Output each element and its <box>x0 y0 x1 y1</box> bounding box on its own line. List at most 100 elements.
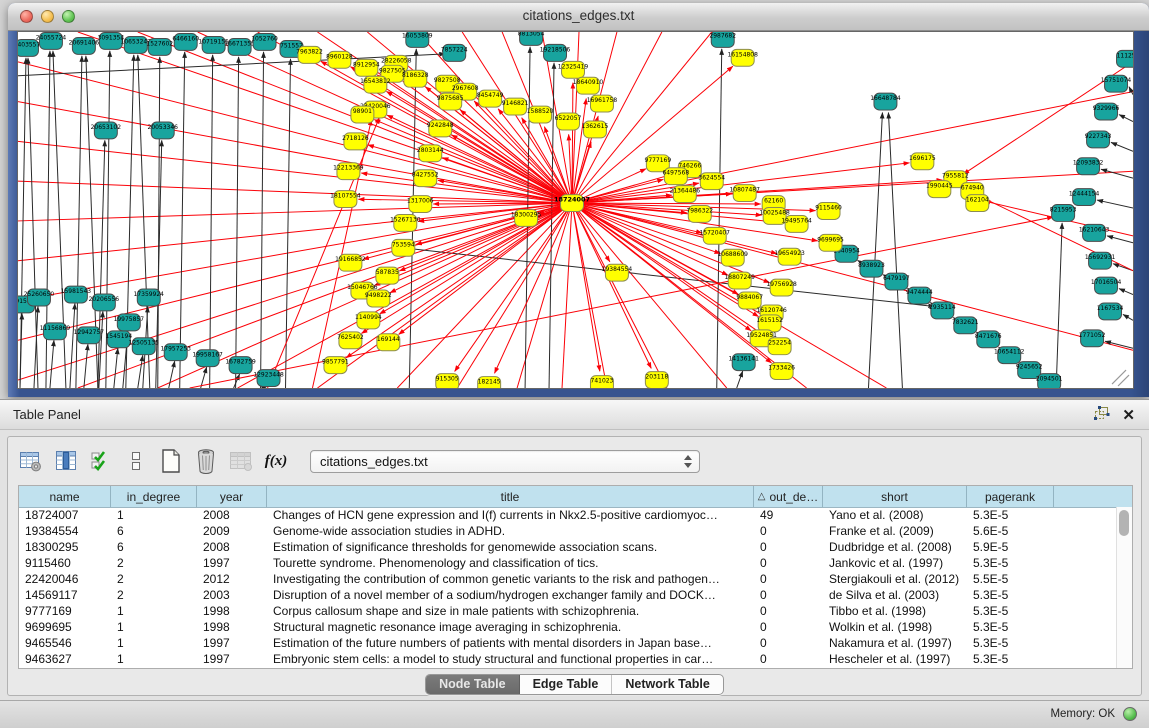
tab-network-table[interactable]: Network Table <box>612 675 723 694</box>
table-cell[interactable]: 5.3E-5 <box>967 507 1054 523</box>
row-height-icon[interactable] <box>123 448 149 474</box>
graph-edge[interactable] <box>50 340 54 388</box>
table-cell[interactable]: 2009 <box>197 523 267 539</box>
table-cell[interactable]: 0 <box>754 523 823 539</box>
graph-edge[interactable] <box>455 203 572 371</box>
table-cell[interactable]: Tourette syndrome. Phenomenology and cla… <box>267 555 754 571</box>
select-rows-icon[interactable] <box>88 448 114 474</box>
graph-edge[interactable] <box>888 113 902 388</box>
table-cell[interactable]: Nakamura et al. (1997) <box>823 635 967 651</box>
table-cell[interactable]: 2 <box>111 571 197 587</box>
table-row[interactable]: 1938455462009Genome-wide association stu… <box>19 523 1117 539</box>
table-cell[interactable]: 2008 <box>197 507 267 523</box>
graph-edge[interactable] <box>1129 87 1133 95</box>
graph-edge[interactable] <box>868 113 882 388</box>
table-cell[interactable]: 9115460 <box>19 555 111 571</box>
graph-edge[interactable] <box>18 141 572 203</box>
table-row[interactable]: 1456911722003Disruption of a novel membe… <box>19 587 1117 603</box>
table-cell[interactable]: Embryonic stem cells: a model to study s… <box>267 651 754 667</box>
canvas-resize-grip[interactable] <box>1112 370 1129 386</box>
table-cell[interactable]: 2 <box>111 555 197 571</box>
graph-edge[interactable] <box>572 32 662 203</box>
graph-edge[interactable] <box>572 203 751 331</box>
table-cell[interactable]: 1997 <box>197 651 267 667</box>
tab-edge-table[interactable]: Edge Table <box>520 675 613 694</box>
graph-edge[interactable] <box>1123 314 1133 320</box>
table-cell[interactable]: 1 <box>111 603 197 619</box>
graph-edge[interactable] <box>1101 169 1133 178</box>
table-cell[interactable]: 1 <box>111 635 197 651</box>
table-cell[interactable]: 0 <box>754 619 823 635</box>
table-cell[interactable]: 5.3E-5 <box>967 635 1054 651</box>
table-selector-dropdown[interactable]: citations_edges.txt <box>310 450 700 473</box>
table-cell[interactable]: Corpus callosum shape and size in male p… <box>267 603 754 619</box>
table-cell[interactable]: 0 <box>754 555 823 571</box>
graph-edge[interactable] <box>180 52 185 388</box>
close-panel-icon[interactable]: ✕ <box>1122 408 1135 424</box>
table-cell[interactable]: 0 <box>754 571 823 587</box>
graph-edge[interactable] <box>169 361 175 388</box>
table-row[interactable]: 969969511998Structural magnetic resonanc… <box>19 619 1117 635</box>
graph-edge[interactable] <box>572 203 600 371</box>
table-cell[interactable]: 9463627 <box>19 651 111 667</box>
column-header-pagerank[interactable]: pagerank <box>967 486 1054 507</box>
table-cell[interactable]: Tibbo et al. (1998) <box>823 603 967 619</box>
delete-table-icon[interactable] <box>193 448 219 474</box>
graph-edge[interactable] <box>234 374 240 388</box>
table-scrollbar[interactable] <box>1116 507 1132 668</box>
table-cell[interactable]: 14569117 <box>19 587 111 603</box>
table-cell[interactable]: 0 <box>754 651 823 667</box>
table-cell[interactable]: 2 <box>111 587 197 603</box>
table-row[interactable]: 977716911998Corpus callosum shape and si… <box>19 603 1117 619</box>
table-cell[interactable]: 5.3E-5 <box>967 619 1054 635</box>
table-cell[interactable]: Yano et al. (2008) <box>823 507 967 523</box>
column-header-title[interactable]: title <box>267 486 754 507</box>
graph-edge[interactable] <box>138 355 143 388</box>
table-cell[interactable]: 5.5E-5 <box>967 571 1054 587</box>
graph-edge[interactable] <box>572 203 777 254</box>
table-cell[interactable]: 9465546 <box>19 635 111 651</box>
table-cell[interactable]: 1 <box>111 619 197 635</box>
table-cell[interactable]: 2003 <box>197 587 267 603</box>
table-row[interactable]: 2242004622012Investigating the contribut… <box>19 571 1117 587</box>
table-row[interactable]: 946554611997Estimation of the future num… <box>19 635 1117 651</box>
table-cell[interactable]: de Silva et al. (2003) <box>823 587 967 603</box>
table-cell[interactable]: 9699695 <box>19 619 111 635</box>
table-cell[interactable]: Genome-wide association studies in ADHD. <box>267 523 754 539</box>
network-graph[interactable]: 1403557240557242069140630913541065324715… <box>18 32 1133 388</box>
table-cell[interactable]: 0 <box>754 587 823 603</box>
graph-edge[interactable] <box>1097 200 1133 208</box>
table-cell[interactable]: Jankovic et al. (1997) <box>823 555 967 571</box>
table-cell[interactable]: 6 <box>111 523 197 539</box>
table-cell[interactable]: 1998 <box>197 603 267 619</box>
tab-node-table[interactable]: Node Table <box>426 675 519 694</box>
graph-edge[interactable] <box>1111 142 1133 151</box>
function-builder-icon[interactable]: f(x) <box>263 448 289 474</box>
graph-edge[interactable] <box>1119 289 1133 295</box>
table-cell[interactable]: 22420046 <box>19 571 111 587</box>
column-header-out_de[interactable]: △out_de… <box>754 486 823 507</box>
table-cell[interactable]: 6 <box>111 539 197 555</box>
graph-edge[interactable] <box>1105 341 1133 348</box>
table-cell[interactable]: 0 <box>754 539 823 555</box>
table-cell[interactable]: Wolkin et al. (1998) <box>823 619 967 635</box>
column-header-in_degree[interactable]: in_degree <box>111 486 197 507</box>
table-cell[interactable]: 9777169 <box>19 603 111 619</box>
graph-edge[interactable] <box>70 303 75 388</box>
new-table-icon[interactable] <box>158 448 184 474</box>
table-cell[interactable]: 2008 <box>197 539 267 555</box>
table-cell[interactable]: Changes of HCN gene expression and I(f) … <box>267 507 754 523</box>
table-cell[interactable]: 1997 <box>197 635 267 651</box>
table-cell[interactable]: 0 <box>754 603 823 619</box>
table-cell[interactable]: 5.3E-5 <box>967 603 1054 619</box>
table-cell[interactable]: 5.3E-5 <box>967 555 1054 571</box>
table-row[interactable]: 1872400712008Changes of HCN gene express… <box>19 507 1117 523</box>
graph-edge[interactable] <box>18 181 572 203</box>
table-cell[interactable]: Estimation of the future numbers of pati… <box>267 635 754 651</box>
table-cell[interactable]: Franke et al. (2009) <box>823 523 967 539</box>
table-cell[interactable]: 5.6E-5 <box>967 523 1054 539</box>
table-row[interactable]: 911546021997Tourette syndrome. Phenomeno… <box>19 555 1117 571</box>
graph-edge[interactable] <box>261 52 264 388</box>
table-cell[interactable]: 5.9E-5 <box>967 539 1054 555</box>
table-cell[interactable]: 5.3E-5 <box>967 587 1054 603</box>
